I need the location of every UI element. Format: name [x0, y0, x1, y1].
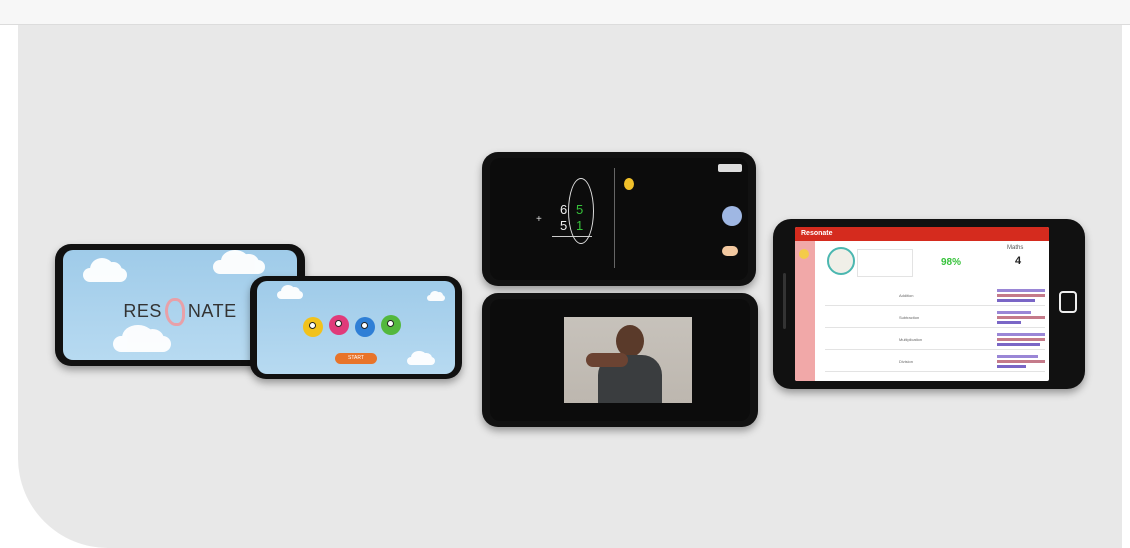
- digit: 6: [560, 202, 568, 217]
- cloud: [427, 290, 445, 301]
- cloud: [213, 250, 265, 274]
- math-operator: +: [536, 214, 542, 225]
- stat-value: 4: [1015, 255, 1022, 267]
- tablet-speaker: [783, 273, 786, 329]
- characters-screen: START: [257, 281, 455, 374]
- stat-label: Maths: [1007, 245, 1024, 251]
- row-label: Division: [899, 359, 914, 364]
- row-bars: [997, 355, 1045, 368]
- hand-icon[interactable]: [722, 246, 738, 256]
- math-screen: + 6 5 5 1: [490, 158, 748, 280]
- start-button[interactable]: START: [335, 353, 377, 364]
- cloud: [277, 285, 303, 299]
- eye-icon: [309, 322, 316, 329]
- video-screen: [490, 299, 750, 421]
- row-bars: [997, 311, 1045, 324]
- dashboard-header: Resonate: [795, 227, 1049, 241]
- row-label: Multiplication: [899, 337, 923, 342]
- sign-video: [564, 317, 692, 403]
- table-row[interactable]: Division: [825, 353, 1045, 372]
- eye-icon: [335, 320, 342, 327]
- monster-pink-icon[interactable]: [329, 315, 349, 335]
- row-label: Addition: [899, 293, 914, 298]
- divider-line: [614, 168, 615, 268]
- digit: 5: [560, 218, 568, 233]
- logo-text-right: NATE: [187, 300, 237, 321]
- dashboard-sidebar: [795, 241, 815, 381]
- cloud: [83, 258, 127, 282]
- phone-video: [482, 293, 758, 427]
- column-highlight: [568, 178, 594, 244]
- logo-text-left: RES: [123, 300, 162, 321]
- eye-icon: [361, 322, 368, 329]
- monster-blue-icon[interactable]: [355, 317, 375, 337]
- row-bars: [997, 289, 1045, 302]
- row-bars: [997, 333, 1045, 346]
- table-row[interactable]: Multiplication: [825, 331, 1045, 350]
- profile-avatar: [827, 247, 855, 275]
- eye-icon: [387, 320, 394, 327]
- top-bar: [0, 0, 1130, 25]
- stat-percent: 98%: [941, 257, 962, 268]
- person-hands: [586, 353, 628, 367]
- profile-card: [857, 249, 913, 277]
- table-row[interactable]: Subtraction: [825, 309, 1045, 328]
- showcase-stage: RES NATE START + 6 5 5 1 Resonate 98% Ma…: [18, 25, 1122, 548]
- cloud: [407, 351, 435, 365]
- cloud: [113, 324, 171, 352]
- sidebar-star-icon[interactable]: [799, 249, 809, 259]
- home-button[interactable]: [1059, 291, 1077, 313]
- phone-math: + 6 5 5 1: [482, 152, 756, 286]
- menu-button[interactable]: [718, 164, 742, 172]
- badge-icon: [624, 178, 634, 190]
- phone-characters: START: [250, 276, 462, 379]
- monster-yellow-icon[interactable]: [303, 317, 323, 337]
- table-row[interactable]: Addition: [825, 287, 1045, 306]
- mic-button[interactable]: [722, 206, 742, 226]
- dashboard-screen: Resonate 98% Maths 4 Addition Subtractio…: [795, 227, 1049, 381]
- row-label: Subtraction: [899, 315, 920, 320]
- ear-icon: [164, 298, 185, 326]
- monster-green-icon[interactable]: [381, 315, 401, 335]
- tablet-dashboard: Resonate 98% Maths 4 Addition Subtractio…: [773, 219, 1085, 389]
